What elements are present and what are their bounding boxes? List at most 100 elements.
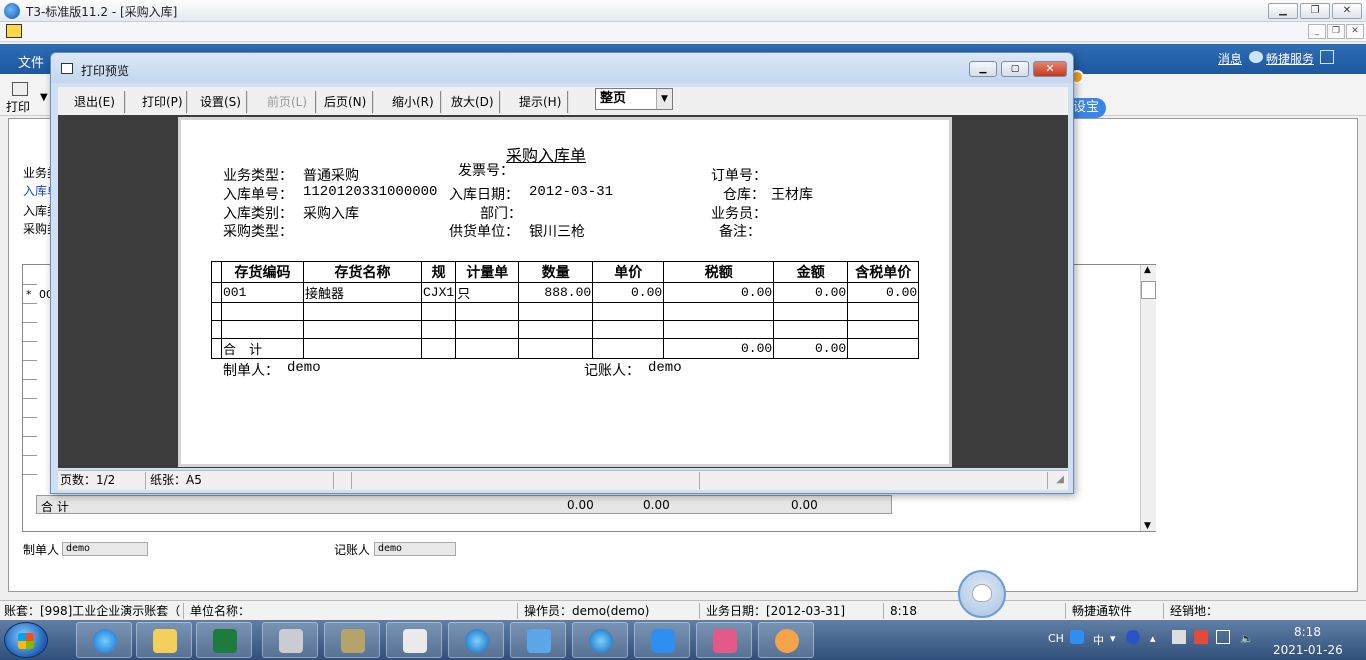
chevron-down-icon[interactable]: ▾ (1110, 632, 1116, 645)
chevron-up-icon[interactable]: ▴ (1150, 632, 1156, 645)
volume-icon[interactable]: 🔈 (1240, 632, 1254, 645)
exit-button[interactable]: 退出(E) (68, 91, 126, 113)
keyboard-icon[interactable] (1172, 630, 1186, 644)
scroll-up-icon[interactable]: ▲ (1144, 265, 1151, 275)
chevron-down-icon[interactable]: ▼ (656, 89, 672, 109)
assistant-mascot-icon[interactable] (958, 570, 1006, 618)
entry-type-label: 入库类别： (223, 206, 293, 222)
minimize-button[interactable]: ▁ (1268, 3, 1298, 19)
col-header: 规 (420, 261, 457, 283)
maker-value: demo (287, 360, 321, 376)
preview-maximize-button[interactable]: ▢ (1001, 61, 1029, 77)
zoom-out-button[interactable]: 缩小(R) (386, 91, 442, 113)
status-cell (336, 472, 352, 489)
supplier-value: 银川三枪 (529, 224, 585, 240)
scroll-thumb[interactable] (1141, 281, 1156, 299)
report-title: 采购入库单 (506, 146, 587, 165)
col-header: 计量单 (455, 261, 520, 283)
taskbar-ie[interactable] (76, 622, 132, 658)
entry-no-value: 1120120331000000 (303, 184, 438, 200)
messages-link[interactable]: 消息 (1218, 50, 1242, 67)
taskbar-notepad[interactable] (386, 622, 442, 658)
bg-keeper-label: 记账人 (334, 543, 371, 557)
report-page: 采购入库单 业务类型： 普通采购 发票号： 订单号： 入库单号： 1120120… (178, 117, 952, 467)
tray-ime[interactable]: 中 (1093, 632, 1104, 648)
brand-name: 畅捷通软件 (1068, 603, 1164, 619)
preview-titlebar[interactable]: 打印预览 ▁ ▢ ✕ (51, 53, 1073, 83)
service-link[interactable]: 畅捷服务 (1266, 50, 1314, 67)
grid-line (23, 322, 37, 323)
taskbar-game[interactable] (696, 622, 752, 658)
view-mode-select[interactable]: 整页 ▼ (595, 88, 673, 110)
entry-date-label: 入库日期： (449, 187, 519, 203)
app-titlebar: T3-标准版11.2 - [采购入库] ▁ ❐ ✕ (0, 0, 1366, 22)
clock-date[interactable]: 2021-01-26 (1273, 643, 1343, 657)
resize-grip-icon[interactable]: ◢ (1056, 474, 1064, 485)
grid-line (23, 379, 37, 380)
hint-button[interactable]: 提示(H) (513, 91, 569, 113)
table-cell: 0.00 (773, 282, 849, 303)
mdi-minimize-button[interactable]: _ (1308, 24, 1326, 39)
taskbar-qq-browser[interactable] (634, 622, 690, 658)
table-row (211, 302, 920, 321)
col-header: 含税单价 (847, 261, 920, 283)
zoom-in-button[interactable]: 放大(D) (445, 91, 501, 113)
scroll-down-icon[interactable]: ▼ (1144, 521, 1151, 531)
table-cell: 0.00 (592, 282, 665, 303)
prev-page-button[interactable]: 前页(L) (261, 91, 317, 113)
flag-alert-icon[interactable] (1194, 630, 1208, 644)
next-page-button[interactable]: 后页(N) (318, 91, 374, 113)
grid-scrollbar[interactable]: ▲ ▼ (1140, 265, 1156, 531)
close-button[interactable]: ✕ (1332, 3, 1362, 19)
total-tax: 0.00 (663, 338, 775, 359)
mdi-restore-button[interactable]: ❐ (1327, 24, 1345, 39)
network-icon[interactable] (1216, 630, 1230, 644)
window-icon (61, 63, 73, 74)
qq-tray-icon[interactable] (1070, 630, 1084, 644)
menu-file[interactable]: 文件 (18, 52, 44, 71)
preview-close-button[interactable]: ✕ (1033, 61, 1067, 77)
dealer-info: 经销地： (1170, 604, 1219, 618)
grid-line (23, 455, 37, 456)
purchase-type-label: 采购类型： (223, 224, 293, 240)
restore-button[interactable]: ❐ (1300, 3, 1330, 19)
print-preview-print-button[interactable]: 打印(P) (136, 91, 188, 113)
taskbar: CH 中 ▾ ▴ 🔈 8:18 2021-01-26 (0, 620, 1366, 660)
grid-line (23, 398, 37, 399)
table-cell: 0.00 (847, 282, 920, 303)
preview-canvas[interactable]: 采购入库单 业务类型： 普通采购 发票号： 订单号： 入库单号： 1120120… (58, 115, 1068, 468)
taskbar-excel[interactable] (196, 622, 252, 658)
document-icon[interactable] (6, 24, 22, 38)
taskbar-explorer[interactable] (136, 622, 192, 658)
setup-icon (341, 629, 365, 653)
taskbar-setup[interactable] (324, 622, 380, 658)
print-button-label: 打印 (6, 100, 31, 114)
entry-type-value: 采购入库 (303, 206, 359, 222)
taskbar-tools[interactable] (262, 622, 318, 658)
taskbar-ie-alt[interactable] (448, 622, 504, 658)
keeper-label: 记账人： (584, 363, 640, 379)
taskbar-ie-blue[interactable] (572, 622, 628, 658)
mdi-close-button[interactable]: ✕ (1346, 24, 1364, 39)
table-cell: 001 (221, 282, 304, 303)
start-button[interactable] (4, 622, 48, 658)
mdi-bar: _ ❐ ✕ (0, 22, 1366, 42)
taskbar-monkey[interactable] (758, 622, 814, 658)
tray-lang[interactable]: CH (1048, 632, 1064, 645)
grid-total-value: 0.00 (643, 498, 670, 512)
preview-minimize-button[interactable]: ▁ (969, 61, 997, 77)
grid-total-value: 0.00 (791, 498, 818, 512)
taskbar-plane[interactable] (510, 622, 566, 658)
print-button[interactable]: 打印 ▼ (2, 78, 52, 114)
chevron-down-icon[interactable]: ▼ (40, 92, 48, 103)
preview-title: 打印预览 (81, 64, 130, 78)
table-row: 001 接触器 CJX1 只 888.00 0.00 0.00 0.00 0.0… (211, 282, 920, 303)
status-cell (702, 472, 1048, 489)
table-cell: 只 (455, 282, 520, 303)
clock-time[interactable]: 8:18 (1294, 625, 1321, 639)
warehouse-value: 王材库 (771, 187, 813, 203)
help-icon[interactable] (1126, 630, 1140, 644)
setup-button[interactable]: 设置(S) (194, 91, 248, 113)
entry-date-value: 2012-03-31 (529, 184, 614, 200)
col-header: 金额 (773, 261, 849, 283)
